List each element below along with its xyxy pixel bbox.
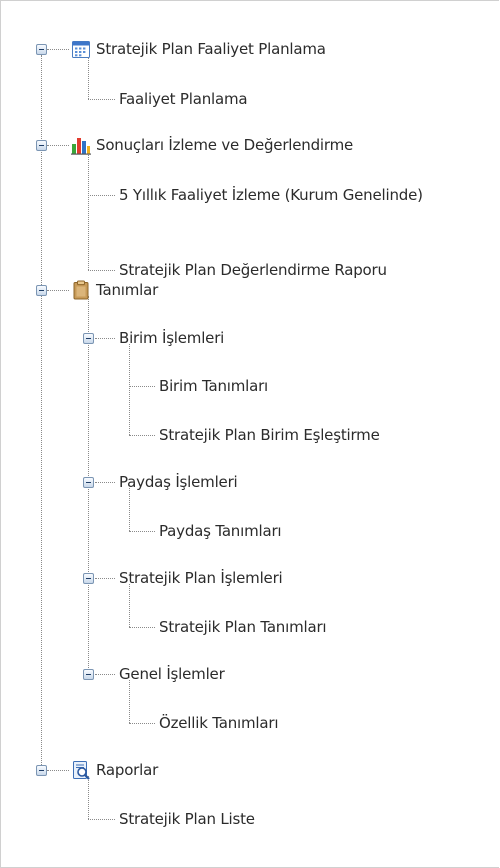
tree-line (47, 770, 69, 771)
collapse-toggle-definitions[interactable] (36, 285, 47, 296)
tree-line (129, 386, 155, 387)
tree-leaf-degerlendirme-raporu[interactable]: Stratejik Plan Değerlendirme Raporu (119, 260, 387, 280)
collapse-toggle-planning[interactable] (36, 44, 47, 55)
tree-node-monitoring[interactable]: Sonuçları İzleme ve Değerlendirme (96, 135, 353, 155)
tree-leaf-stratejik-plan-liste[interactable]: Stratejik Plan Liste (119, 809, 255, 829)
tree-line (129, 680, 130, 723)
tree-line (88, 195, 115, 196)
tree-node-stratejik-plan-islemleri[interactable]: Stratejik Plan İşlemleri (119, 568, 283, 588)
tree-leaf-birim-eslestirme[interactable]: Stratejik Plan Birim Eşleştirme (159, 425, 380, 445)
collapse-toggle-monitoring[interactable] (36, 140, 47, 151)
tree-line (129, 723, 155, 724)
tree-line (88, 270, 115, 271)
bar-chart-icon (71, 138, 91, 155)
tree-node-planning[interactable]: Stratejik Plan Faaliyet Planlama (96, 39, 326, 59)
tree-line (129, 584, 130, 627)
tree-line (129, 435, 155, 436)
tree-line (95, 482, 115, 483)
tree-line (88, 776, 89, 819)
tree-line (88, 54, 89, 99)
tree-leaf-faaliyet-planlama[interactable]: Faaliyet Planlama (119, 89, 248, 109)
tree-line (88, 152, 89, 270)
report-magnifier-icon (73, 761, 90, 780)
tree-line (95, 674, 115, 675)
tree-line (95, 338, 115, 339)
tree-line (129, 344, 130, 435)
tree-line (47, 49, 69, 50)
tree-line (88, 819, 115, 820)
tree-line (129, 488, 130, 531)
tree-leaf-stratejik-plan-tanimlari[interactable]: Stratejik Plan Tanımları (159, 617, 327, 637)
tree-line (129, 627, 155, 628)
tree-line (129, 531, 155, 532)
tree-node-reports[interactable]: Raporlar (96, 760, 158, 780)
tree-node-genel-islemler[interactable]: Genel İşlemler (119, 664, 225, 684)
collapse-toggle-genel[interactable] (83, 669, 94, 680)
tree-node-birim-islemleri[interactable]: Birim İşlemleri (119, 328, 224, 348)
collapse-toggle-birim[interactable] (83, 333, 94, 344)
tree-leaf-paydas-tanimlari[interactable]: Paydaş Tanımları (159, 521, 282, 541)
tree-line (47, 290, 69, 291)
calendar-icon (72, 41, 90, 58)
collapse-toggle-stratejik-plan[interactable] (83, 573, 94, 584)
tree-node-paydas-islemleri[interactable]: Paydaş İşlemleri (119, 472, 238, 492)
menu-tree-panel: Stratejik Plan Faaliyet Planlama Faaliye… (0, 0, 499, 868)
tree-leaf-ozellik-tanimlari[interactable]: Özellik Tanımları (159, 713, 279, 733)
tree-line (88, 99, 115, 100)
tree-leaf-birim-tanimlari[interactable]: Birim Tanımları (159, 376, 268, 396)
clipboard-icon (73, 280, 89, 300)
tree-line (41, 55, 42, 771)
tree-line (95, 578, 115, 579)
collapse-toggle-reports[interactable] (36, 765, 47, 776)
tree-node-definitions[interactable]: Tanımlar (96, 280, 158, 300)
tree-line (47, 145, 69, 146)
tree-leaf-faaliyet-izleme[interactable]: 5 Yıllık Faaliyet İzleme (Kurum Genelind… (119, 185, 423, 205)
collapse-toggle-paydas[interactable] (83, 477, 94, 488)
